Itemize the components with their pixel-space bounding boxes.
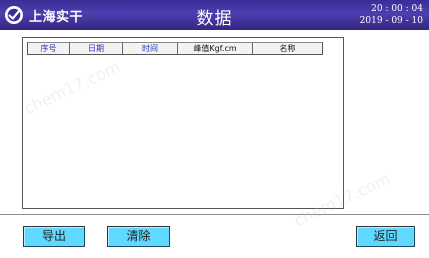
datetime-display: 20 : 00 : 04 2019 - 09 - 10 <box>360 3 423 27</box>
date-readout: 2019 - 09 - 10 <box>359 16 423 26</box>
column-header-time: 时间 <box>123 43 178 54</box>
title-bar: 上海实干 数据 20 : 00 : 04 2019 - 09 - 10 <box>0 0 429 30</box>
column-header-index: 序号 <box>28 43 70 54</box>
footer-divider <box>0 214 429 215</box>
export-button[interactable]: 导出 <box>23 226 85 247</box>
column-header-name: 名称 <box>279 44 296 53</box>
column-header-peak: 峰值Kgf.cm <box>178 43 253 54</box>
column-header-date: 日期 <box>70 43 123 54</box>
clear-button[interactable]: 清除 <box>107 226 170 247</box>
back-button[interactable]: 返回 <box>356 226 415 247</box>
table-header: 序号 日期 时间 峰值Kgf.cm 名称 <box>27 42 323 55</box>
time-readout: 20 : 00 : 04 <box>371 4 423 14</box>
data-table-panel[interactable]: 序号 日期 时间 峰值Kgf.cm 名称 <box>22 37 344 209</box>
